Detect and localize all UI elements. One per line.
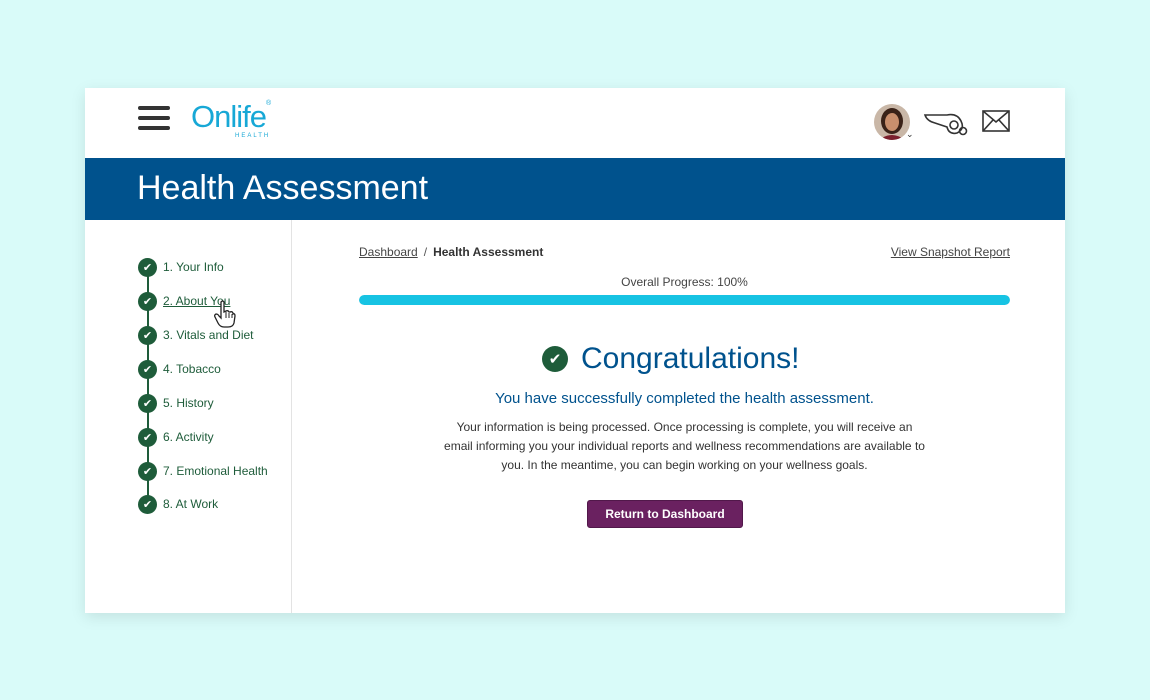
- progress-bar-fill: [359, 295, 1010, 305]
- step-label[interactable]: 8. At Work: [163, 497, 218, 511]
- step-label[interactable]: 7. Emotional Health: [163, 464, 268, 478]
- top-bar: Onlife® HEALTH ⌄: [85, 88, 1065, 158]
- check-icon: ✔: [138, 359, 157, 379]
- app-window: Onlife® HEALTH ⌄ Health Assessment ✔ 1. …: [85, 88, 1065, 613]
- onlife-logo[interactable]: Onlife® HEALTH: [191, 100, 291, 140]
- sidebar-step-tobacco[interactable]: ✔ 4. Tobacco: [138, 359, 221, 379]
- check-icon: ✔: [138, 427, 157, 447]
- breadcrumb-separator: /: [423, 245, 428, 259]
- sidebar-step-history[interactable]: ✔ 5. History: [138, 393, 214, 413]
- step-label[interactable]: 5. History: [163, 396, 214, 410]
- view-snapshot-report-link[interactable]: View Snapshot Report: [891, 245, 1010, 259]
- whistle-icon[interactable]: [923, 107, 969, 137]
- steps-sidebar: ✔ 1. Your Info ✔ 2. About You ✔ 3. Vital…: [85, 220, 292, 613]
- menu-icon[interactable]: [138, 106, 170, 134]
- processing-info-text: Your information is being processed. Onc…: [444, 420, 925, 472]
- avatar[interactable]: [874, 104, 910, 140]
- check-icon: ✔: [138, 257, 157, 277]
- check-icon: ✔: [138, 393, 157, 413]
- logo-registered-mark: ®: [265, 100, 272, 107]
- sidebar-step-activity[interactable]: ✔ 6. Activity: [138, 427, 214, 447]
- return-to-dashboard-button[interactable]: Return to Dashboard: [587, 500, 743, 528]
- progress-label: Overall Progress: 100%: [621, 275, 748, 289]
- sidebar-step-at-work[interactable]: ✔ 8. At Work: [138, 494, 218, 514]
- chevron-down-icon[interactable]: ⌄: [906, 129, 914, 140]
- congrats-heading: ✔ Congratulations!: [542, 342, 799, 376]
- logo-text: Onlife: [191, 99, 267, 134]
- check-icon: ✔: [138, 494, 157, 514]
- step-label[interactable]: 3. Vitals and Diet: [163, 328, 254, 342]
- breadcrumb: Dashboard / Health Assessment: [359, 245, 543, 259]
- main-content: Dashboard / Health Assessment View Snapsho…: [292, 220, 1065, 613]
- check-icon: ✔: [138, 291, 157, 311]
- logo-subtext: HEALTH: [235, 133, 271, 139]
- page-banner: Health Assessment: [85, 158, 1065, 220]
- progress-bar: [359, 295, 1010, 305]
- success-check-icon: ✔: [542, 346, 568, 372]
- mail-icon[interactable]: [982, 110, 1010, 132]
- breadcrumb-dashboard-link[interactable]: Dashboard: [359, 245, 418, 259]
- step-label[interactable]: 4. Tobacco: [163, 362, 221, 376]
- check-icon: ✔: [138, 461, 157, 481]
- completion-message: You have successfully completed the heal…: [495, 390, 874, 407]
- breadcrumb-current: Health Assessment: [433, 245, 544, 259]
- sidebar-step-your-info[interactable]: ✔ 1. Your Info: [138, 257, 224, 277]
- step-label[interactable]: 6. Activity: [163, 430, 214, 444]
- page-title: Health Assessment: [137, 169, 429, 207]
- step-label[interactable]: 1. Your Info: [163, 260, 224, 274]
- sidebar-step-vitals-and-diet[interactable]: ✔ 3. Vitals and Diet: [138, 325, 254, 345]
- congrats-title: Congratulations!: [581, 342, 800, 375]
- check-icon: ✔: [138, 325, 157, 345]
- sidebar-step-emotional-health[interactable]: ✔ 7. Emotional Health: [138, 461, 268, 481]
- hand-cursor-icon: [214, 300, 236, 328]
